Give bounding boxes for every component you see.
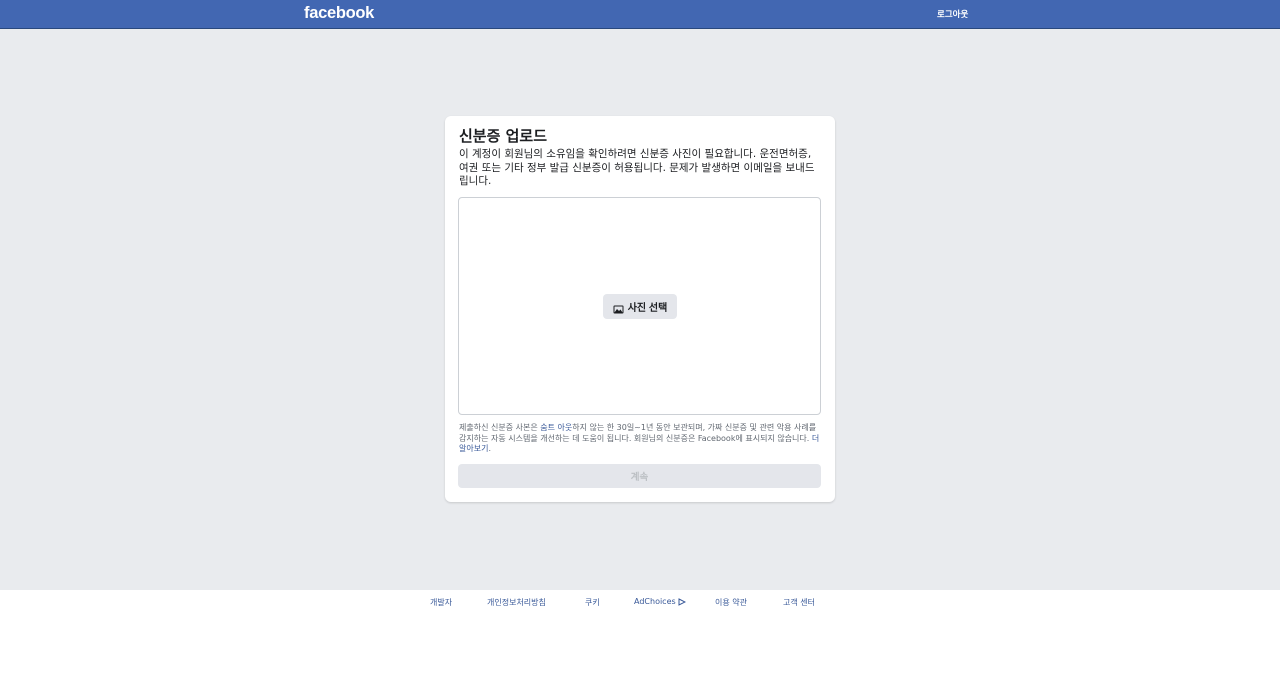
footer-link-privacy[interactable]: 개인정보처리방침 bbox=[487, 597, 546, 608]
page-title: 신분증 업로드 bbox=[459, 127, 548, 145]
photo-upload-area[interactable]: 사진 선택 bbox=[458, 197, 821, 415]
note-text-1: 제출하신 신분증 사본은 bbox=[459, 423, 541, 432]
facebook-logo[interactable]: facebook bbox=[304, 4, 374, 23]
footer-link-terms[interactable]: 이용 약관 bbox=[715, 597, 747, 608]
main-content: 신분증 업로드 이 계정이 회원님의 소유임을 확인하려면 신분증 사진이 필요… bbox=[0, 29, 1280, 590]
footer: 개발자 개인정보처리방침 쿠키 AdChoices 이용 약관 고객 센터 bbox=[0, 590, 1280, 692]
adchoices-label: AdChoices bbox=[634, 597, 676, 606]
adchoices-icon bbox=[678, 597, 686, 606]
opt-out-link[interactable]: 숨트 아웃 bbox=[540, 423, 572, 432]
continue-button[interactable]: 계속 bbox=[458, 464, 821, 488]
upload-id-card: 신분증 업로드 이 계정이 회원님의 소유임을 확인하려면 신분증 사진이 필요… bbox=[445, 116, 835, 502]
photo-icon bbox=[613, 302, 624, 314]
card-description: 이 계정이 회원님의 소유임을 확인하려면 신분증 사진이 필요합니다. 운전면… bbox=[459, 148, 815, 187]
choose-photo-button[interactable]: 사진 선택 bbox=[603, 294, 677, 319]
retention-note: 제출하신 신분증 사본은 숨트 아웃하지 않는 한 30일~1년 동안 보관되며… bbox=[459, 423, 824, 455]
logout-link[interactable]: 로그아웃 bbox=[937, 8, 968, 20]
footer-link-adchoices[interactable]: AdChoices bbox=[634, 597, 686, 606]
choose-photo-label: 사진 선택 bbox=[627, 303, 668, 314]
footer-link-help[interactable]: 고객 센터 bbox=[783, 597, 815, 608]
footer-link-cookies[interactable]: 쿠키 bbox=[585, 597, 600, 608]
note-text-3: . bbox=[488, 444, 491, 453]
footer-link-developers[interactable]: 개발자 bbox=[430, 597, 452, 608]
top-bar: facebook 로그아웃 bbox=[0, 0, 1280, 29]
